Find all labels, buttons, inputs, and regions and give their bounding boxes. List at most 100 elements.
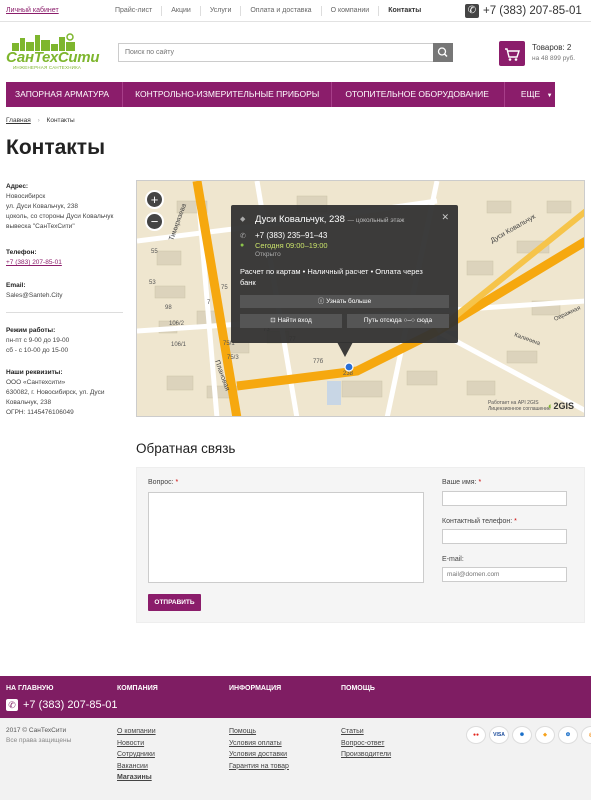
required-mark: * <box>175 479 179 486</box>
menu-item-heating[interactable]: ОТОПИТЕЛЬНОЕ ОБОРУДОВАНИЕ <box>332 82 505 107</box>
sberbank-icon: ◎ <box>581 726 591 744</box>
footer-link[interactable]: Сотрудники <box>117 749 156 761</box>
find-entrance-button[interactable]: ⊡ Найти вход <box>240 314 342 328</box>
footer-home-link[interactable]: НА ГЛАВНУЮ <box>6 685 54 692</box>
breadcrumb-current: Контакты <box>46 117 75 124</box>
cart-icon <box>505 48 520 61</box>
menu-item-instruments[interactable]: КОНТРОЛЬНО-ИЗМЕРИТЕЛЬНЫЕ ПРИБОРЫ <box>123 82 333 107</box>
find-entrance-label: Найти вход <box>277 317 312 324</box>
site-logo[interactable]: СанТехСити ИНЖЕНЕРНАЯ САНТЕХНИКА <box>6 33 99 71</box>
more-info-button[interactable]: ⓘ Узнать больше <box>240 295 449 308</box>
popup-hours: Сегодня 09:00–19:00 <box>255 241 328 250</box>
chevron-down-icon: ▼ <box>546 93 553 99</box>
map-house-number: 75 <box>221 285 228 291</box>
top-nav-services[interactable]: Услуги <box>199 6 241 16</box>
top-nav-contacts[interactable]: Контакты <box>378 6 430 16</box>
top-nav-payment-delivery[interactable]: Оплата и доставка <box>240 6 320 16</box>
required-mark: * <box>514 518 517 525</box>
close-icon[interactable]: ✕ <box>441 212 449 223</box>
hours-block: Режим работы: пн-пт с 9-00 до 19-00 сб -… <box>6 326 126 356</box>
email-input[interactable] <box>442 567 567 582</box>
question-textarea[interactable] <box>148 492 424 583</box>
webmoney-icon: ✺ <box>512 726 532 744</box>
logo-text: СанТехСити <box>6 49 100 66</box>
search-box <box>118 43 453 62</box>
cart-button[interactable] <box>499 41 525 66</box>
footer-phone[interactable]: ✆ +7 (383) 207-85-01 <box>6 698 117 712</box>
address-line: ул. Дуси Ковальчук, 238 <box>6 203 78 210</box>
2gis-logo[interactable]: ◐2GIS <box>548 401 574 411</box>
footer-link[interactable]: Условия доставки <box>229 749 289 761</box>
header-phone-number[interactable]: +7 (383) 207-85-01 <box>483 5 582 17</box>
top-nav-promos[interactable]: Акции <box>161 6 200 16</box>
menu-item-valves[interactable]: ЗАПОРНАЯ АРМАТУРА <box>6 82 124 107</box>
map-license-note[interactable]: Лицензионное соглашение <box>488 406 551 412</box>
requisites-label: Наши реквизиты: <box>6 369 63 376</box>
map-house-number: 53 <box>149 280 156 286</box>
question-label-text: Вопрос: <box>148 479 174 486</box>
search-input[interactable] <box>119 44 429 61</box>
contact-phone-link[interactable]: +7 (383) 207-85-01 <box>6 259 62 266</box>
footer-info-links: Помощь Условия оплаты Условия доставки Г… <box>229 726 289 772</box>
footer-help-links: Статьи Вопрос-ответ Производители <box>341 726 391 761</box>
footer-link[interactable]: Магазины <box>117 772 156 784</box>
search-icon <box>437 47 448 58</box>
footer-link[interactable]: Вакансии <box>117 761 156 773</box>
menu-item-more-label: ЕЩЕ <box>520 89 541 99</box>
footer-copyright: 2017 © СанТехСити <box>6 727 67 734</box>
footer-link[interactable]: Вопрос-ответ <box>341 738 391 750</box>
phone-input[interactable] <box>442 529 567 544</box>
address-line: Новосибирск <box>6 193 46 200</box>
route-button[interactable]: Путь отсюда ○–○ сюда <box>347 314 449 328</box>
zoom-out-button[interactable]: − <box>145 212 164 231</box>
location-marker-icon <box>344 362 354 372</box>
breadcrumb-home[interactable]: Главная <box>6 117 31 124</box>
required-mark: * <box>478 479 482 486</box>
zoom-in-icon: + <box>150 192 159 207</box>
route-from-label[interactable]: Путь отсюда <box>364 317 402 324</box>
email-block: Email: Sales@Santeh.City <box>6 281 126 301</box>
popup-phone[interactable]: +7 (383) 235–91–43 <box>255 231 327 240</box>
phone-block: Телефон: +7 (383) 207-85-01 <box>6 248 126 268</box>
top-nav: Прайс-лист Акции Услуги Оплата и доставк… <box>106 0 430 22</box>
search-button[interactable] <box>433 43 453 62</box>
top-nav-price[interactable]: Прайс-лист <box>106 6 161 16</box>
popup-status: Открыто <box>255 251 281 258</box>
footer-link[interactable]: Помощь <box>229 726 289 738</box>
footer-rights: Все права защищены <box>6 737 72 744</box>
submit-button[interactable]: ОТПРАВИТЬ <box>148 594 201 611</box>
footer-link[interactable]: Производители <box>341 749 391 761</box>
requisites-line: ООО «Сантехсити» <box>6 379 66 386</box>
top-nav-about[interactable]: О компании <box>320 6 379 16</box>
more-info-label: Узнать больше <box>326 298 372 305</box>
cart-count[interactable]: Товаров: 2 <box>532 43 571 52</box>
footer-link[interactable]: Новости <box>117 738 156 750</box>
map-house-number: 55 <box>151 249 158 255</box>
contact-email[interactable]: Sales@Santeh.City <box>6 291 126 301</box>
zoom-in-button[interactable]: + <box>145 190 164 209</box>
phone-icon: ✆ <box>6 699 18 711</box>
main-menu: ЗАПОРНАЯ АРМАТУРА КОНТРОЛЬНО-ИЗМЕРИТЕЛЬН… <box>6 82 555 107</box>
popup-payment: Расчет по картам • Наличный расчет • Опл… <box>240 267 423 287</box>
footer-link[interactable]: Гарантия на товар <box>229 761 289 773</box>
name-input[interactable] <box>442 491 567 506</box>
account-link[interactable]: Личный кабинет <box>6 7 59 14</box>
header-phone[interactable]: ✆ +7 (383) 207-85-01 <box>465 2 582 19</box>
menu-item-more[interactable]: ЕЩЕ ▼ <box>505 82 562 107</box>
footer-company-links: О компании Новости Сотрудники Вакансии М… <box>117 726 156 784</box>
name-label: Ваше имя: * <box>442 479 481 486</box>
footer-link[interactable]: О компании <box>117 726 156 738</box>
footer-heading-company: КОМПАНИЯ <box>117 685 158 692</box>
footer-link[interactable]: Условия оплаты <box>229 738 289 750</box>
map-house-number: 106/1 <box>171 342 187 348</box>
map-house-number: 106/2 <box>169 321 185 327</box>
pin-icon: ◆ <box>240 216 246 223</box>
map-house-number: 77б <box>313 359 324 365</box>
footer-link[interactable]: Статьи <box>341 726 391 738</box>
requisites-line: Ковальчук, 238 <box>6 399 52 406</box>
footer-phone-number[interactable]: +7 (383) 207-85-01 <box>23 699 117 711</box>
route-to-label[interactable]: сюда <box>417 317 432 324</box>
page-title: Контакты <box>6 136 106 159</box>
map-popup: ◆ Дуси Ковальчук, 238 — цокольный этаж ✕… <box>231 205 458 343</box>
map-house-number: 238 <box>343 371 354 377</box>
